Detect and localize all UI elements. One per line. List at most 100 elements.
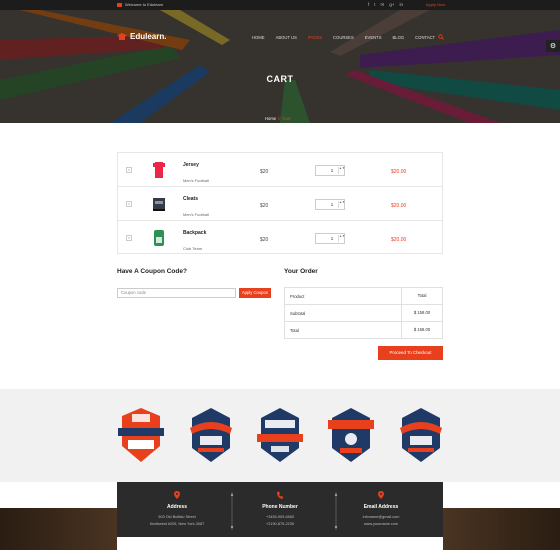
linkedin-icon[interactable]: in: [399, 2, 403, 8]
welcome-text: Welcome to Edulearn: [125, 2, 164, 7]
university-badge-logo[interactable]: [188, 406, 234, 464]
main-nav: HOME ABOUT US PAGES COURSES EVENTS BLOG …: [252, 35, 446, 40]
product-category: Men's Football: [183, 178, 209, 183]
product-price: $20: [260, 169, 269, 175]
quantity-stepper[interactable]: 1 ▲▼: [315, 165, 345, 176]
top-bar: Welcome to Edulearn f t ✉ g+ in Apply No…: [0, 0, 560, 10]
hero-overlay: [0, 10, 560, 123]
email-title: Email Address: [363, 504, 399, 510]
product-total: $20.00: [391, 169, 407, 175]
stepper-arrows-icon[interactable]: ▲▼: [338, 200, 345, 208]
mail-icon[interactable]: ✉: [381, 2, 385, 8]
remove-item-button[interactable]: ×: [126, 235, 132, 241]
graduation-cap-icon: [117, 32, 127, 40]
quantity-stepper[interactable]: 1 ▲▼: [315, 199, 345, 210]
cart-row: × Backpack Club Team $20 1 ▲▼ $20.00: [118, 221, 442, 255]
nav-events[interactable]: EVENTS: [365, 35, 382, 40]
total-label: Total: [290, 328, 299, 333]
product-total: $20.00: [391, 237, 407, 243]
apply-coupon-button[interactable]: Apply Coupon: [239, 288, 271, 298]
backpack-thumbnail[interactable]: [148, 227, 170, 249]
nav-blog[interactable]: BLOG: [393, 35, 405, 40]
quantity-value[interactable]: 1: [316, 202, 338, 207]
coupon-heading: Have A Coupon Code?: [117, 268, 187, 275]
order-total-row: Total $ 158.00: [285, 322, 442, 339]
page-hero: Edulearn. HOME ABOUT US PAGES COURSES EV…: [0, 10, 560, 123]
quantity-stepper[interactable]: 1 ▲▼: [315, 233, 345, 244]
order-subtotal-row: Subtotal $ 158.00: [285, 305, 442, 322]
product-name[interactable]: Jersey: [183, 162, 199, 168]
cart-row: × Jersey Men's Football $20 1 ▲▼ $20.00: [118, 153, 442, 187]
subtotal-value: $ 158.00: [401, 305, 442, 321]
cleats-thumbnail[interactable]: [148, 193, 170, 215]
map-pin-icon: [378, 491, 384, 499]
total-value: $ 158.00: [401, 322, 442, 338]
page-title: CART: [266, 74, 294, 84]
breadcrumb-home[interactable]: Home: [265, 116, 276, 121]
twitter-icon[interactable]: t: [374, 2, 375, 8]
university-2016-badge-logo[interactable]: [398, 406, 444, 464]
remove-item-button[interactable]: ×: [126, 167, 132, 173]
contact-info-bar: Address 503 Old Buffalo Street Northwest…: [117, 482, 443, 537]
address-title: Address: [166, 504, 187, 510]
email-block: Email Address infoname@gmail.com www.you…: [331, 482, 431, 537]
social-links: f t ✉ g+ in: [368, 2, 403, 8]
breadcrumb-separator: //: [278, 116, 281, 121]
nav-pages[interactable]: PAGES: [308, 35, 322, 40]
quantity-value[interactable]: 1: [316, 168, 338, 173]
logo-text: Edulearn.: [130, 32, 167, 41]
email-line-1[interactable]: infoname@gmail.com: [331, 515, 431, 519]
footer-background-right: [443, 508, 560, 550]
email-line-2[interactable]: www.yourname.com: [331, 522, 431, 526]
you-did-it-badge-logo[interactable]: [257, 406, 303, 464]
order-summary-table: Product Total Subtotal $ 158.00 Total $ …: [284, 287, 443, 339]
phone-title: Phone Number: [262, 504, 298, 510]
breadcrumb: Home//Cart: [265, 116, 290, 121]
stepper-arrows-icon[interactable]: ▲▼: [338, 166, 345, 174]
flag-icon: [117, 2, 122, 7]
phone-icon: [277, 491, 283, 499]
footer-background-left: [0, 508, 117, 550]
coupon-code-input[interactable]: Coupon code: [117, 288, 236, 298]
product-category: Club Team: [183, 246, 203, 251]
product-name[interactable]: Backpack: [183, 230, 206, 236]
apply-now-link[interactable]: Apply Now: [426, 2, 445, 7]
subtotal-label: Subtotal: [290, 311, 306, 316]
phone-line-2[interactable]: +2190-875-2235: [230, 522, 330, 526]
cart-row: × Cleats Men's Football $20 1 ▲▼ $20.00: [118, 187, 442, 221]
quantity-value[interactable]: 1: [316, 236, 338, 241]
phone-line-1[interactable]: +3453-909-6565: [230, 515, 330, 519]
site-logo[interactable]: Edulearn.: [117, 32, 166, 41]
order-header-row: Product Total: [285, 288, 442, 305]
cart-table: × Jersey Men's Football $20 1 ▲▼ $20.00 …: [117, 152, 443, 254]
badges-section: [0, 389, 560, 482]
product-name[interactable]: Cleats: [183, 196, 198, 202]
product-price: $20: [260, 237, 269, 243]
nav-home[interactable]: HOME: [252, 35, 265, 40]
address-line-2: Northwest #205, New York-3087: [149, 522, 205, 526]
facebook-icon[interactable]: f: [368, 2, 369, 8]
product-price: $20: [260, 203, 269, 209]
google-plus-icon[interactable]: g+: [389, 2, 394, 8]
order-product-label: Product: [290, 294, 305, 299]
settings-gear-icon[interactable]: ⚙: [546, 40, 560, 52]
product-total: $20.00: [391, 203, 407, 209]
address-block: Address 503 Old Buffalo Street Northwest…: [127, 482, 227, 537]
nav-contact[interactable]: CONTACT: [415, 35, 435, 40]
graduated-badge-logo[interactable]: [118, 406, 164, 464]
phone-block: Phone Number +3453-909-6565 +2190-875-22…: [230, 482, 330, 537]
address-line-1: 503 Old Buffalo Street: [158, 515, 196, 519]
high-college-badge-logo[interactable]: [328, 406, 374, 464]
remove-item-button[interactable]: ×: [126, 201, 132, 207]
welcome-message: Welcome to Edulearn: [117, 2, 163, 7]
breadcrumb-current: Cart: [282, 116, 291, 121]
map-pin-icon: [174, 491, 180, 499]
stepper-arrows-icon[interactable]: ▲▼: [338, 234, 345, 242]
nav-about-us[interactable]: ABOUT US: [276, 35, 297, 40]
nav-courses[interactable]: COURSES: [333, 35, 354, 40]
proceed-to-checkout-button[interactable]: Proceed To Checkout: [378, 346, 443, 360]
product-category: Men's Football: [183, 212, 209, 217]
jersey-thumbnail[interactable]: [148, 159, 170, 181]
order-heading: Your Order: [284, 268, 318, 275]
search-icon[interactable]: [438, 34, 444, 40]
